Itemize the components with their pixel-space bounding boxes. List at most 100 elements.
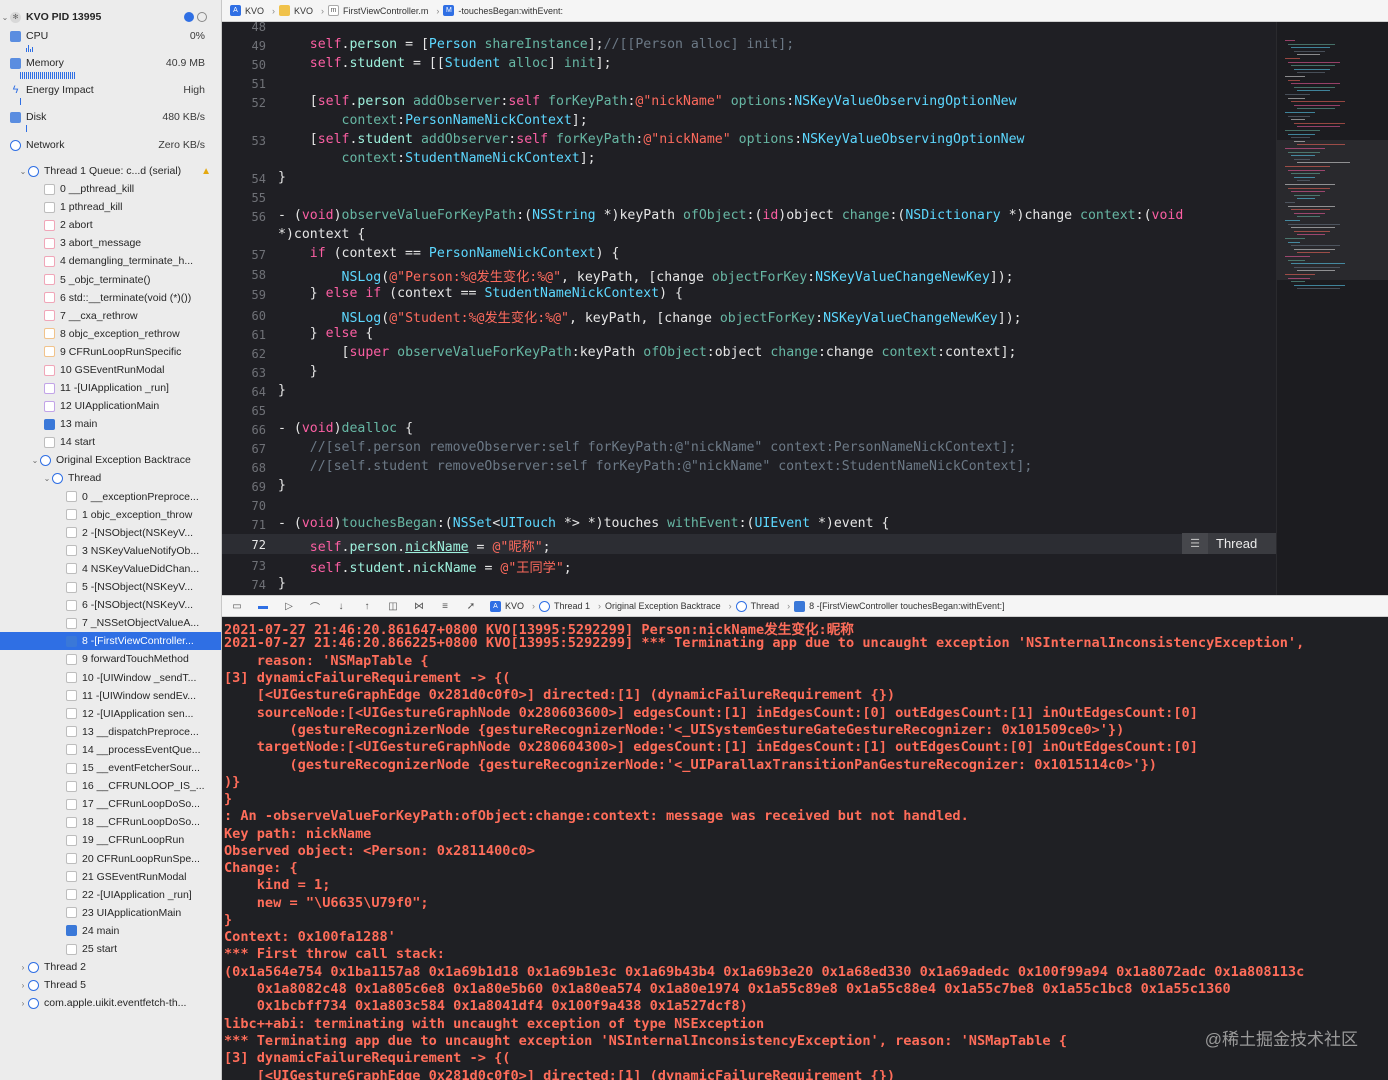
thread-icon (40, 454, 51, 466)
breakpoints-toggle-icon[interactable]: ▬ (256, 599, 270, 613)
backtrace-frame[interactable]: 13 __dispatchPreproce... (0, 723, 221, 741)
crumb-folder[interactable]: KVO (279, 5, 313, 16)
minimap-line (1288, 187, 1330, 189)
disclosure-icon[interactable]: › (18, 963, 28, 972)
thread-1-row[interactable]: ⌄ Thread 1 Queue: c...d (serial) ▲ (0, 162, 221, 180)
thread1-frame[interactable]: 0 __pthread_kill (0, 180, 221, 198)
backtrace-frame[interactable]: 11 -[UIWindow sendEv... (0, 687, 221, 705)
environment-overrides-icon[interactable]: ≡ (438, 599, 452, 613)
backtrace-frame[interactable]: 5 -[NSObject(NSKeyV... (0, 578, 221, 596)
thread-exception-badge[interactable]: ☰ Thread (1182, 533, 1276, 554)
crumb-file[interactable]: m FirstViewController.m (328, 5, 428, 16)
console-line: } (224, 912, 233, 928)
options-icon[interactable] (197, 12, 207, 22)
backtrace-frame[interactable]: 19 __CFRunLoopRun (0, 831, 221, 849)
backtrace-frame[interactable]: 7 _NSSetObjectValueA... (0, 614, 221, 632)
console-line: 0x1bcbff734 0x1a803c584 0x1a8041df4 0x10… (224, 998, 748, 1014)
minimap-line (1294, 176, 1315, 178)
minimap-line (1285, 112, 1315, 113)
gauge-network[interactable]: Network Zero KB/s (0, 136, 221, 154)
thread1-frame[interactable]: 11 -[UIApplication _run] (0, 379, 221, 397)
disclosure-icon[interactable]: ⌄ (18, 167, 28, 176)
backtrace-frame[interactable]: 21 GSEventRunModal (0, 868, 221, 886)
backtrace-frame[interactable]: 3 NSKeyValueNotifyOb... (0, 542, 221, 560)
backtrace-thread-row[interactable]: ⌄ Thread (0, 469, 221, 487)
thread-5-row[interactable]: › Thread 5 (0, 976, 221, 994)
disclosure-icon[interactable]: ⌄ (42, 474, 52, 483)
line-number: 68 (251, 461, 266, 475)
backtrace-frame[interactable]: 10 -[UIWindow _sendT... (0, 669, 221, 687)
thread1-frame[interactable]: 6 std::__terminate(void (*)()) (0, 289, 221, 307)
thread1-frame[interactable]: 5 _objc_terminate() (0, 271, 221, 289)
process-header[interactable]: ⌄ ✻ KVO PID 13995 (0, 8, 221, 26)
dcrumb-backtrace[interactable]: Original Exception Backtrace (605, 601, 721, 611)
backtrace-frame[interactable]: 2 -[NSObject(NSKeyV... (0, 524, 221, 542)
step-into-icon[interactable]: ↓ (334, 599, 348, 613)
gauge-energy[interactable]: ϟ Energy Impact High (0, 81, 221, 99)
backtrace-frame[interactable]: 14 __processEventQue... (0, 741, 221, 759)
backtrace-frame[interactable]: 4 NSKeyValueDidChan... (0, 560, 221, 578)
backtrace-frame[interactable]: 9 forwardTouchMethod (0, 650, 221, 668)
exception-backtrace-group[interactable]: ⌄ Original Exception Backtrace (0, 451, 221, 469)
crumb-method[interactable]: M -touchesBegan:withEvent: (443, 5, 563, 16)
minimap-line (1288, 79, 1300, 81)
minimap[interactable] (1276, 22, 1388, 595)
disclosure-icon[interactable]: ⌄ (30, 456, 40, 465)
backtrace-frame[interactable]: 16 __CFRUNLOOP_IS_... (0, 777, 221, 795)
thread1-frame[interactable]: 3 abort_message (0, 234, 221, 252)
gauge-disk[interactable]: Disk 480 KB/s (0, 108, 221, 126)
thread1-frame[interactable]: 1 pthread_kill (0, 198, 221, 216)
hide-debug-area-icon[interactable]: ▭ (230, 599, 244, 613)
backtrace-frame[interactable]: 12 -[UIApplication sen... (0, 705, 221, 723)
disclosure-icon[interactable]: › (18, 999, 28, 1008)
thread1-frame[interactable]: 2 abort (0, 216, 221, 234)
console-line: [3] dynamicFailureRequirement -> {( (224, 670, 511, 686)
simulate-location-icon[interactable]: ➚ (464, 599, 478, 613)
thread1-frame[interactable]: 9 CFRunLoopRunSpecific (0, 343, 221, 361)
minimap-line (1297, 180, 1310, 182)
backtrace-frame[interactable]: 0 __exceptionPreproce... (0, 488, 221, 506)
disclosure-icon[interactable]: › (18, 981, 28, 990)
dcrumb-thread1[interactable]: Thread 1 (539, 600, 590, 612)
line-number: 65 (251, 404, 266, 418)
thread1-frame[interactable]: 10 GSEventRunModal (0, 361, 221, 379)
gauge-label: Disk (26, 111, 47, 123)
backtrace-frame[interactable]: 1 objc_exception_throw (0, 506, 221, 524)
backtrace-frame[interactable]: 23 UIApplicationMain (0, 904, 221, 922)
line-number: 72 (251, 538, 266, 552)
eventfetch-thread-row[interactable]: › com.apple.uikit.eventfetch-th... (0, 994, 221, 1012)
backtrace-frame[interactable]: 17 __CFRunLoopDoSo... (0, 795, 221, 813)
thread-2-row[interactable]: › Thread 2 (0, 958, 221, 976)
dcrumb-frame[interactable]: 8 -[FirstViewController touchesBegan:wit… (794, 600, 1005, 612)
crumb-project[interactable]: A KVO (230, 5, 264, 16)
step-over-icon[interactable]: ⌒ (308, 599, 322, 614)
gauge-memory[interactable]: Memory 40.9 MB (0, 54, 221, 72)
view-hierarchy-icon[interactable]: ◫ (386, 599, 400, 613)
memory-graph-icon[interactable]: ⋈ (412, 599, 426, 613)
dcrumb-thread[interactable]: Thread (735, 600, 779, 612)
thread1-frame[interactable]: 14 start (0, 433, 221, 451)
backtrace-frame[interactable]: 22 -[UIApplication _run] (0, 886, 221, 904)
step-out-icon[interactable]: ↑ (360, 599, 374, 613)
thread1-frame[interactable]: 4 demangling_terminate_h... (0, 252, 221, 270)
dcrumb-project[interactable]: A KVO (490, 600, 524, 612)
backtrace-frame[interactable]: 20 CFRunLoopRunSpe... (0, 850, 221, 868)
thread1-frame[interactable]: 13 main (0, 415, 221, 433)
source-editor[interactable]: 48 49 50 51 52 53 54 55 56 57 58 59 60 61 62 63 64 65 66 67… (222, 22, 1388, 595)
line-number-gutter[interactable]: 48 49 50 51 52 53 54 55 56 57 58 59 60 61 62 63 64 65 66 67… (222, 22, 274, 595)
backtrace-frame[interactable]: 24 main (0, 922, 221, 940)
backtrace-frame[interactable]: 25 start (0, 940, 221, 958)
minimap-line (1288, 61, 1340, 63)
thread1-frame[interactable]: 12 UIApplicationMain (0, 397, 221, 415)
debug-console[interactable]: 2021-07-27 21:46:20.861647+0800 KVO[1399… (222, 617, 1388, 1080)
continue-icon[interactable]: ▷ (282, 599, 296, 613)
code-line: self.student.nickName = @"王同学"; (309, 561, 572, 576)
filter-icon[interactable] (184, 12, 194, 22)
thread1-frame[interactable]: 7 __cxa_rethrow (0, 307, 221, 325)
backtrace-frame[interactable]: 6 -[NSObject(NSKeyV... (0, 596, 221, 614)
thread1-frame[interactable]: 8 objc_exception_rethrow (0, 325, 221, 343)
backtrace-frame[interactable]: 18 __CFRunLoopDoSo... (0, 813, 221, 831)
backtrace-frame[interactable]: 15 __eventFetcherSour... (0, 759, 221, 777)
backtrace-frame[interactable]: 8 -[FirstViewController... (0, 632, 221, 651)
gauge-cpu[interactable]: CPU 0% (0, 27, 221, 45)
